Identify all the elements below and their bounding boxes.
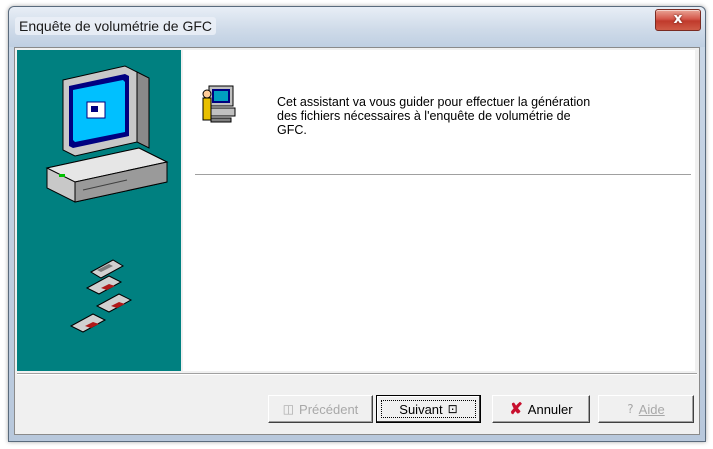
next-button[interactable]: Suivant ⊡ (376, 395, 481, 423)
wizard-computer-icon (202, 85, 236, 123)
red-x-icon: ✘ (509, 401, 523, 418)
help-button-label: Aide (638, 401, 665, 417)
help-button[interactable]: ? Aide (598, 395, 694, 423)
focus-ring (381, 400, 476, 418)
content-separator (195, 174, 691, 176)
footer-separator (17, 373, 697, 375)
wizard-sidebar (17, 50, 181, 371)
wizard-client-area: Cet assistant va vous guider pour effect… (14, 47, 700, 435)
floppy-disks-icon (69, 259, 133, 333)
title-bar[interactable]: Enquête de volumétrie de GFC x (9, 7, 705, 47)
wizard-content: Cet assistant va vous guider pour effect… (183, 50, 695, 371)
cancel-button[interactable]: ✘ Annuler (492, 395, 590, 423)
computer-icon (45, 65, 169, 333)
close-button[interactable]: x (655, 9, 701, 31)
window-title: Enquête de volumétrie de GFC (15, 17, 216, 35)
question-mark-icon: ? (627, 402, 634, 416)
previous-button[interactable]: ◫ Précédent (268, 395, 373, 423)
intro-text: Cet assistant va vous guider pour effect… (277, 95, 591, 137)
back-arrow-icon: ◫ (282, 402, 295, 416)
previous-button-label: Précédent (299, 401, 359, 417)
cancel-button-label: Annuler (527, 401, 573, 417)
close-icon: x (673, 11, 683, 27)
wizard-window: Enquête de volumétrie de GFC x Cet assis… (8, 6, 706, 442)
